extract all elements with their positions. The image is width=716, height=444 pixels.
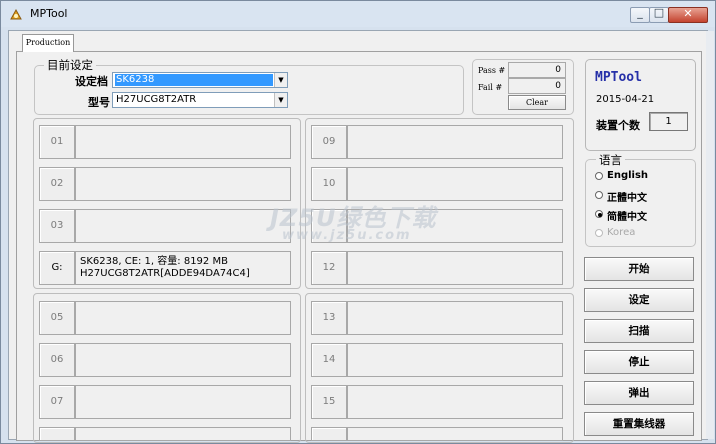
port-16-info <box>347 427 563 441</box>
lang-simplified-chinese-label[interactable]: 简體中文 <box>607 208 647 223</box>
port-15-id[interactable]: 15 <box>311 385 347 419</box>
port-06-id[interactable]: 06 <box>39 343 75 377</box>
pass-label: Pass # <box>478 66 506 75</box>
window-title: MPTool <box>30 7 68 20</box>
settings-legend: 目前设定 <box>44 57 96 73</box>
model-value: H27UCG8T2ATR <box>116 94 197 105</box>
app-icon <box>10 8 22 20</box>
settings-button[interactable]: 设定 <box>584 288 694 312</box>
lang-traditional-chinese-label[interactable]: 正體中文 <box>607 189 647 204</box>
port-09-info <box>347 125 563 159</box>
minimize-icon: _ <box>637 6 643 19</box>
port-01-id[interactable]: 01 <box>39 125 75 159</box>
device-count-label: 装置个数 <box>596 119 640 132</box>
scrollbar[interactable] <box>706 31 714 439</box>
start-button[interactable]: 开始 <box>584 257 694 281</box>
port-g-info-line1: SK6238, CE: 1, 容量: 8192 MB <box>80 256 228 267</box>
port-10-info <box>347 167 563 201</box>
profile-select[interactable]: SK6238 ▼ <box>112 72 288 88</box>
app-name: MPTool <box>595 70 642 85</box>
eject-button[interactable]: 弹出 <box>584 381 694 405</box>
port-09-id[interactable]: 09 <box>311 125 347 159</box>
port-10-id[interactable]: 10 <box>311 167 347 201</box>
port-g-info: SK6238, CE: 1, 容量: 8192 MB H27UCG8T2ATR[… <box>75 251 291 285</box>
port-08-id[interactable] <box>39 427 75 441</box>
reset-hub-button[interactable]: 重置集线器 <box>584 412 694 436</box>
close-icon: ✕ <box>683 7 693 20</box>
radio-english[interactable] <box>595 172 603 180</box>
lang-korea-label: Korea <box>607 227 636 238</box>
port-14-id[interactable]: 14 <box>311 343 347 377</box>
port-02-info <box>75 167 291 201</box>
title-bar[interactable] <box>1 1 715 27</box>
radio-korea <box>595 229 603 237</box>
watermark-line2: www.jz5u.com <box>282 228 412 243</box>
port-03-id[interactable]: 03 <box>39 209 75 243</box>
port-06-info <box>75 343 291 377</box>
port-07-info <box>75 385 291 419</box>
port-03-info <box>75 209 291 243</box>
fail-label: Fail # <box>478 83 503 92</box>
profile-label: 设定档 <box>75 75 108 88</box>
lang-english-label[interactable]: English <box>607 170 648 181</box>
chevron-down-icon[interactable]: ▼ <box>274 73 287 87</box>
build-date: 2015-04-21 <box>596 94 655 105</box>
port-g-info-line2: H27UCG8T2ATR[ADDE94DA74C4] <box>80 268 250 279</box>
port-01-info <box>75 125 291 159</box>
port-16-id[interactable] <box>311 427 347 441</box>
port-02-id[interactable]: 02 <box>39 167 75 201</box>
pass-count: 0 <box>508 62 566 78</box>
close-button[interactable]: ✕ <box>668 7 708 23</box>
port-13-id[interactable]: 13 <box>311 301 347 335</box>
maximize-button[interactable]: □ <box>649 6 669 23</box>
radio-traditional-chinese[interactable] <box>595 191 603 199</box>
port-12-id[interactable]: 12 <box>311 251 347 285</box>
scan-button[interactable]: 扫描 <box>584 319 694 343</box>
profile-value: SK6238 <box>115 74 273 86</box>
device-count-value: 1 <box>649 112 688 131</box>
stop-button[interactable]: 停止 <box>584 350 694 374</box>
port-13-info <box>347 301 563 335</box>
port-07-id[interactable]: 07 <box>39 385 75 419</box>
port-g-id[interactable]: G: <box>39 251 75 285</box>
port-12-info <box>347 251 563 285</box>
port-05-info <box>75 301 291 335</box>
clear-button[interactable]: Clear <box>508 95 566 110</box>
fail-count: 0 <box>508 78 566 94</box>
language-legend: 语言 <box>596 152 625 168</box>
maximize-icon: □ <box>653 6 665 19</box>
chevron-down-icon[interactable]: ▼ <box>274 93 287 107</box>
minimize-button[interactable]: _ <box>630 6 650 23</box>
model-select[interactable]: H27UCG8T2ATR ▼ <box>112 92 288 108</box>
port-14-info <box>347 343 563 377</box>
model-label: 型号 <box>88 96 110 109</box>
radio-simplified-chinese[interactable] <box>595 210 603 218</box>
port-05-id[interactable]: 05 <box>39 301 75 335</box>
tab-production[interactable]: Production <box>22 34 74 52</box>
port-15-info <box>347 385 563 419</box>
port-08-info <box>75 427 291 441</box>
